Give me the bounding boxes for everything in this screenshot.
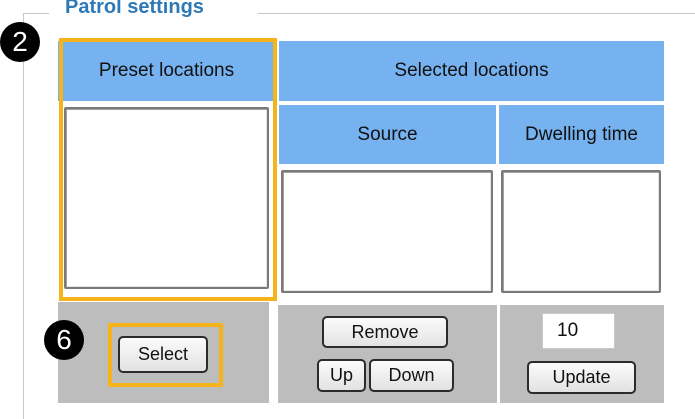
selected-locations-header: Selected locations [279,41,664,101]
preset-locations-header: Preset locations [58,41,275,101]
dwelling-time-list[interactable] [501,170,661,293]
up-button[interactable]: Up [317,359,366,392]
patrol-settings-legend: Patrol settings [65,0,204,18]
fieldset-border-top [23,13,49,14]
update-button[interactable]: Update [527,361,636,394]
step-2-badge: 2 [0,22,40,62]
preset-locations-list[interactable] [64,107,269,289]
source-header: Source [279,105,496,164]
select-button[interactable]: Select [118,336,208,373]
dwelling-time-input[interactable] [542,313,615,349]
step-6-badge: 6 [44,320,84,360]
source-list[interactable] [281,170,493,293]
fieldset-border-top [258,13,695,14]
remove-button[interactable]: Remove [322,316,448,348]
down-button[interactable]: Down [369,359,454,392]
fieldset-border-left [23,13,24,419]
dwelling-time-header: Dwelling time [499,105,664,164]
